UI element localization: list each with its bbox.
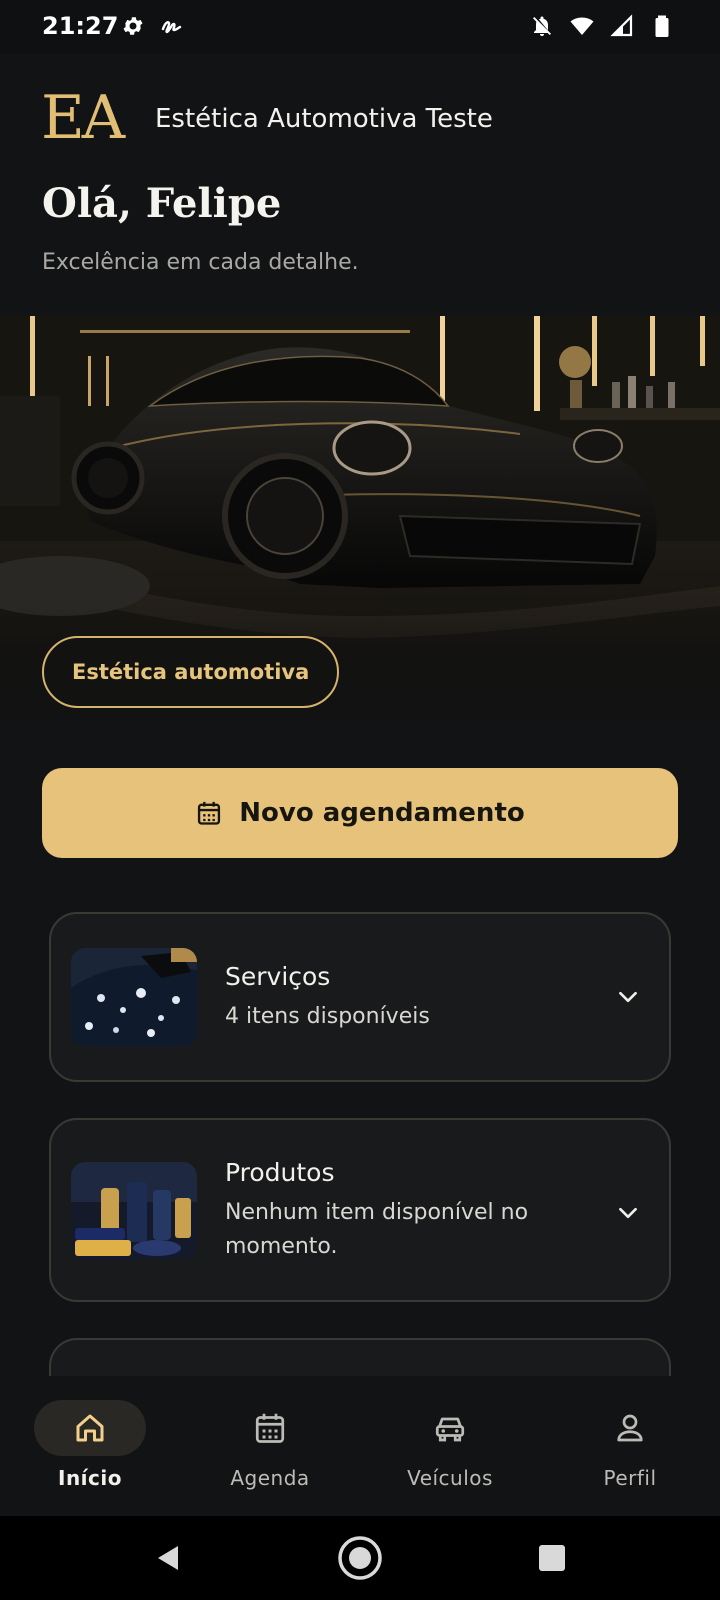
hero-banner: Estética automotiva xyxy=(0,316,720,726)
person-icon xyxy=(612,1410,648,1446)
cell-signal-icon xyxy=(610,13,634,39)
services-title: Serviços xyxy=(225,962,331,991)
nav-item-inicio[interactable]: Início xyxy=(0,1376,180,1516)
calendar-icon xyxy=(195,799,223,827)
signature-icon xyxy=(160,14,184,38)
brand-logo: EA xyxy=(41,83,125,153)
back-icon[interactable] xyxy=(144,1534,192,1582)
chevron-down-icon[interactable] xyxy=(615,1200,641,1226)
recents-icon[interactable] xyxy=(528,1534,576,1582)
services-card[interactable]: Serviços 4 itens disponíveis xyxy=(49,912,671,1082)
services-subtitle: 4 itens disponíveis xyxy=(225,1004,430,1029)
products-thumbnail xyxy=(71,1162,197,1260)
calendar-icon xyxy=(252,1410,288,1446)
home-icon xyxy=(72,1410,108,1446)
nav-item-veiculos[interactable]: Veículos xyxy=(360,1376,540,1516)
car-icon xyxy=(432,1410,468,1446)
services-thumbnail xyxy=(71,948,197,1046)
nav-label-inicio: Início xyxy=(58,1466,122,1490)
new-appointment-button[interactable]: Novo agendamento xyxy=(42,768,678,858)
nav-label-agenda: Agenda xyxy=(230,1466,310,1490)
bell-off-icon xyxy=(530,13,554,39)
brand-name: Estética Automotiva Teste xyxy=(155,104,493,134)
battery-icon xyxy=(650,13,674,39)
products-card[interactable]: Produtos Nenhum item disponível no momen… xyxy=(49,1118,671,1302)
status-time: 21:27 xyxy=(42,12,119,40)
products-subtitle: Nenhum item disponível no momento. xyxy=(225,1200,529,1259)
products-title: Produtos xyxy=(225,1158,335,1187)
category-chip[interactable]: Estética automotiva xyxy=(42,636,340,708)
nav-item-agenda[interactable]: Agenda xyxy=(180,1376,360,1516)
tagline: Excelência em cada detalhe. xyxy=(42,250,359,275)
new-appointment-label: Novo agendamento xyxy=(239,798,525,828)
bottom-navigation: Início Agenda Veículos Perfil xyxy=(0,1376,720,1516)
home-circle-icon[interactable] xyxy=(336,1534,384,1582)
gear-icon xyxy=(121,14,145,38)
nav-label-veiculos: Veículos xyxy=(407,1466,493,1490)
greeting-title: Olá, Felipe xyxy=(42,180,282,227)
nav-item-perfil[interactable]: Perfil xyxy=(540,1376,720,1516)
status-bar: 21:27 xyxy=(0,0,720,54)
nav-label-perfil: Perfil xyxy=(603,1466,657,1490)
chevron-down-icon[interactable] xyxy=(615,984,641,1010)
header: EA Estética Automotiva Teste Olá, Felipe… xyxy=(0,54,720,316)
system-navigation-bar xyxy=(0,1516,720,1600)
wifi-icon xyxy=(570,13,594,39)
